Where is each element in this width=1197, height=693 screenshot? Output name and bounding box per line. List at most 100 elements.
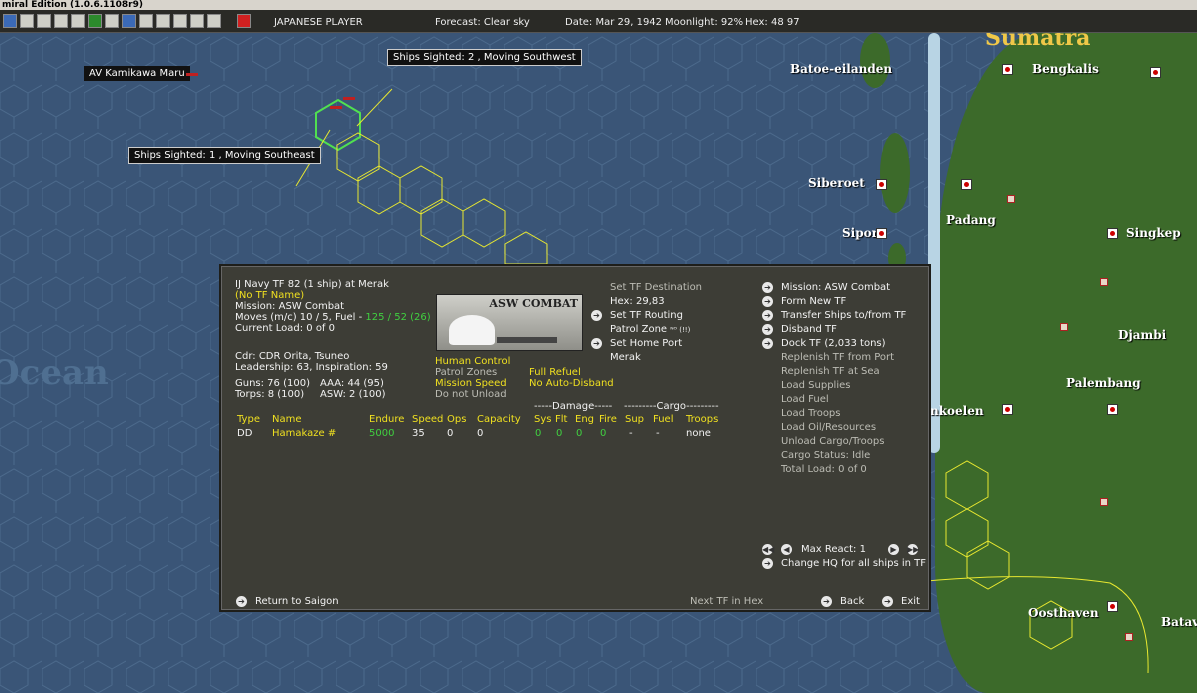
action-mission[interactable]: Mission: ASW Combat bbox=[781, 282, 890, 294]
next-tf-in-hex[interactable]: Next TF in Hex bbox=[690, 596, 763, 608]
arrow-icon[interactable]: ➔ bbox=[762, 282, 773, 293]
japanese-base-icon[interactable] bbox=[1107, 404, 1118, 415]
home-port: Merak bbox=[610, 352, 641, 363]
player-side: JAPANESE PLAYER bbox=[274, 17, 363, 28]
japanese-base-icon[interactable] bbox=[1150, 67, 1161, 78]
col-sys: Sys bbox=[534, 414, 552, 425]
tf-torps: Torps: 8 (100) bbox=[235, 389, 305, 400]
col-ops: Ops bbox=[447, 414, 467, 425]
back-button[interactable]: Back bbox=[840, 596, 864, 608]
damage-header: -----Damage----- bbox=[534, 401, 613, 412]
col-capacity: Capacity bbox=[477, 414, 521, 425]
base-icon[interactable] bbox=[1100, 498, 1108, 506]
toolbar-button-10[interactable] bbox=[156, 14, 170, 28]
toolbar-button-11[interactable] bbox=[173, 14, 187, 28]
toolbar-button-3[interactable] bbox=[37, 14, 51, 28]
cell-speed: 35 bbox=[412, 428, 425, 439]
game-date: Date: Mar 29, 1942 bbox=[565, 17, 663, 28]
arrow-icon[interactable]: ➔ bbox=[762, 558, 773, 569]
cargo-header: ---------Cargo--------- bbox=[624, 401, 719, 412]
japanese-base-icon[interactable] bbox=[1107, 228, 1118, 239]
fast-rewind-icon[interactable]: ◀◀ bbox=[762, 544, 774, 555]
arrow-icon[interactable]: ➔ bbox=[236, 596, 247, 607]
base-icon[interactable] bbox=[1125, 633, 1133, 641]
map-label-palembang: Palembang bbox=[1066, 376, 1141, 390]
change-hq[interactable]: Change HQ for all ships in TF bbox=[781, 558, 926, 570]
arrow-icon[interactable]: ➔ bbox=[762, 324, 773, 335]
base-icon[interactable] bbox=[1060, 323, 1068, 331]
return-to-base[interactable]: Return to Saigon bbox=[255, 596, 339, 608]
cell-type: DD bbox=[237, 428, 253, 439]
tooltip-ships-sighted-1: Ships Sighted: 1 , Moving Southeast bbox=[128, 147, 321, 164]
toolbar-button-8[interactable] bbox=[122, 14, 136, 28]
japanese-base-icon[interactable] bbox=[876, 179, 887, 190]
map-label-djambi: Djambi bbox=[1118, 328, 1167, 342]
rewind-icon[interactable]: ◀ bbox=[781, 544, 792, 555]
action-load-troops[interactable]: Load Troops bbox=[781, 408, 841, 420]
arrow-icon[interactable]: ➔ bbox=[591, 338, 602, 349]
japanese-base-icon[interactable] bbox=[1107, 601, 1118, 612]
fast-forward-icon[interactable]: ▶▶ bbox=[907, 544, 919, 555]
ship-icon[interactable] bbox=[343, 97, 355, 100]
back-arrow-icon[interactable]: ➔ bbox=[821, 596, 832, 607]
action-replenish-port[interactable]: Replenish TF from Port bbox=[781, 352, 894, 364]
japanese-base-icon[interactable] bbox=[961, 179, 972, 190]
action-load-supplies[interactable]: Load Supplies bbox=[781, 380, 850, 392]
ship-icon[interactable] bbox=[330, 106, 342, 109]
mission-picture: ASW COMBAT bbox=[436, 294, 583, 351]
exit-arrow-icon[interactable]: ➔ bbox=[882, 596, 893, 607]
map-label-bengkalis: Bengkalis bbox=[1032, 62, 1099, 76]
set-home-port[interactable]: Set Home Port bbox=[610, 338, 682, 350]
toolbar-button-12[interactable] bbox=[190, 14, 204, 28]
toolbar: JAPANESE PLAYER Forecast: Clear sky Date… bbox=[0, 10, 1197, 33]
tf-asw: ASW: 2 (100) bbox=[320, 389, 386, 400]
cell-fire: 0 bbox=[600, 428, 607, 439]
action-transfer-ships[interactable]: Transfer Ships to/from TF bbox=[781, 310, 906, 322]
base-icon[interactable] bbox=[1007, 195, 1015, 203]
toolbar-button-1[interactable] bbox=[3, 14, 17, 28]
arrow-icon[interactable]: ➔ bbox=[591, 310, 602, 321]
col-flt: Flt bbox=[555, 414, 568, 425]
set-tf-routing[interactable]: Set TF Routing bbox=[610, 310, 683, 322]
moonlight: Moonlight: 92% bbox=[665, 17, 744, 28]
end-turn-button[interactable] bbox=[237, 14, 251, 28]
toolbar-button-9[interactable] bbox=[139, 14, 153, 28]
toolbar-button-4[interactable] bbox=[54, 14, 68, 28]
toolbar-button-7[interactable] bbox=[105, 14, 119, 28]
arrow-icon[interactable]: ➔ bbox=[762, 338, 773, 349]
set-tf-destination[interactable]: Set TF Destination bbox=[610, 282, 702, 294]
toolbar-button-5[interactable] bbox=[71, 14, 85, 28]
action-unload-cargo[interactable]: Unload Cargo/Troops bbox=[781, 436, 884, 448]
action-form-new-tf[interactable]: Form New TF bbox=[781, 296, 846, 308]
toolbar-button-2[interactable] bbox=[20, 14, 34, 28]
cell-sys: 0 bbox=[535, 428, 542, 439]
exit-button[interactable]: Exit bbox=[901, 596, 920, 608]
patrol-zone[interactable]: Patrol Zone ᴺᴼ (!!) bbox=[610, 324, 690, 336]
map-label-siberoet: Siberoet bbox=[808, 176, 865, 190]
action-load-fuel[interactable]: Load Fuel bbox=[781, 394, 829, 406]
action-replenish-sea[interactable]: Replenish TF at Sea bbox=[781, 366, 880, 378]
col-sup: Sup bbox=[625, 414, 645, 425]
action-disband-tf[interactable]: Disband TF bbox=[781, 324, 837, 336]
arrow-icon[interactable]: ➔ bbox=[762, 310, 773, 321]
map-label-singkep: Singkep bbox=[1126, 226, 1181, 240]
ship-icon[interactable] bbox=[186, 73, 198, 76]
max-react: Max React: 1 bbox=[801, 544, 866, 555]
japanese-base-icon[interactable] bbox=[1002, 404, 1013, 415]
map-label-batoe: Batoe-eilanden bbox=[790, 62, 893, 76]
toggle-no-auto-disband[interactable]: No Auto-Disband bbox=[529, 378, 614, 390]
action-dock-tf[interactable]: Dock TF (2,033 tons) bbox=[781, 338, 886, 350]
forward-icon[interactable]: ▶ bbox=[888, 544, 899, 555]
arrow-icon[interactable]: ➔ bbox=[762, 296, 773, 307]
map-label-padang: Padang bbox=[946, 213, 996, 227]
action-load-oil[interactable]: Load Oil/Resources bbox=[781, 422, 876, 434]
toolbar-button-13[interactable] bbox=[207, 14, 221, 28]
japanese-base-icon[interactable] bbox=[1002, 64, 1013, 75]
cell-ship-name[interactable]: Hamakaze # bbox=[272, 428, 336, 440]
cell-sup: - bbox=[629, 428, 633, 439]
hex-coordinates: Hex: 48 97 bbox=[745, 17, 800, 28]
japanese-base-icon[interactable] bbox=[876, 228, 887, 239]
toolbar-button-6[interactable] bbox=[88, 14, 102, 28]
toggle-do-not-unload[interactable]: Do not Unload bbox=[435, 389, 507, 401]
base-icon[interactable] bbox=[1100, 278, 1108, 286]
